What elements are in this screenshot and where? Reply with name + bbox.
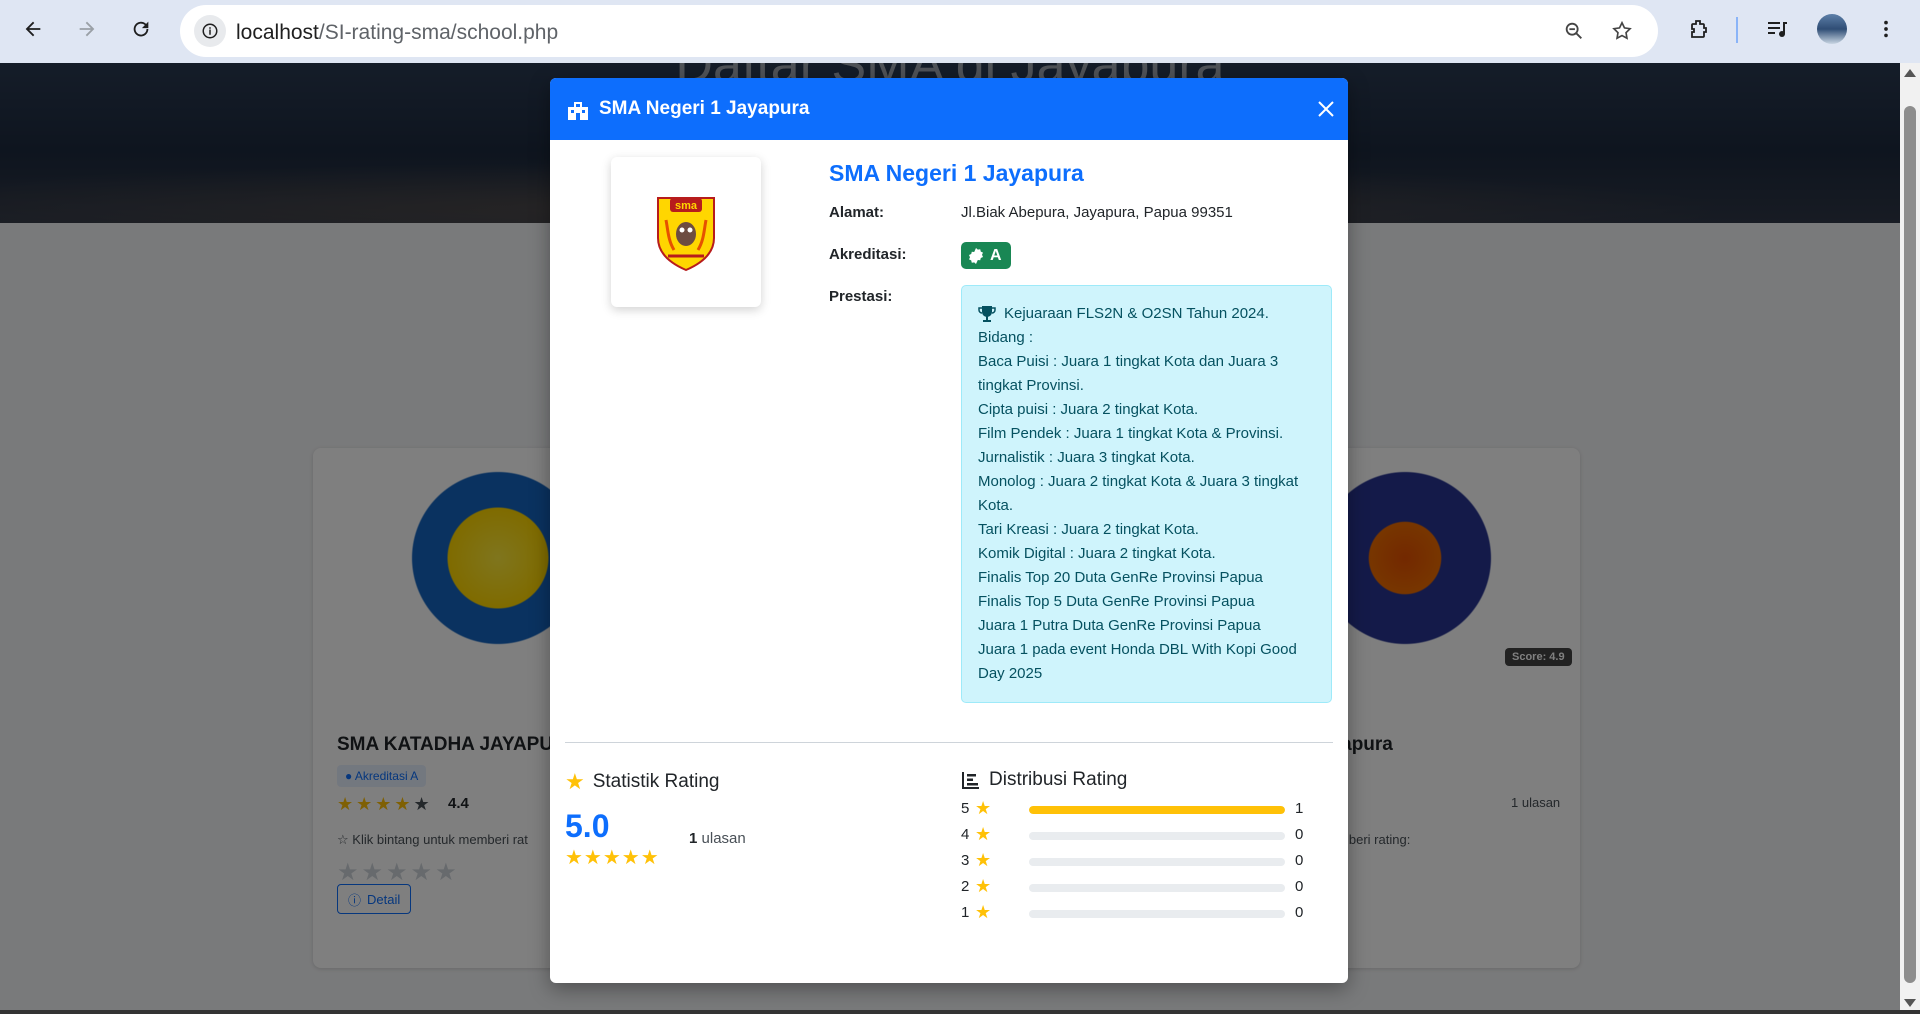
modal-header: SMA Negeri 1 Jayapura bbox=[550, 78, 1348, 140]
prestasi-label: Prestasi: bbox=[829, 288, 893, 305]
page-scrollbar[interactable] bbox=[1900, 63, 1920, 1014]
distribution-stars-label: 2 bbox=[961, 878, 970, 895]
trophy-icon bbox=[978, 306, 996, 322]
distribution-count: 1 bbox=[1295, 800, 1304, 817]
scroll-down-arrow[interactable] bbox=[1904, 999, 1916, 1007]
school-icon bbox=[566, 98, 590, 125]
prestasi-item: Jurnalistik : Juara 3 tingkat Kota. bbox=[978, 449, 1195, 466]
scroll-thumb[interactable] bbox=[1904, 106, 1916, 983]
average-stars: ★★★★★ bbox=[565, 847, 660, 869]
prestasi-item: Bidang : bbox=[978, 329, 1034, 346]
zoom-icon[interactable] bbox=[1558, 15, 1590, 47]
bar-chart-icon bbox=[962, 772, 979, 789]
back-icon[interactable] bbox=[15, 11, 51, 47]
prestasi-item: Monolog : Juara 2 tingkat Kota & Juara 3… bbox=[978, 473, 1299, 514]
prestasi-box: Kejuaraan FLS2N & O2SN Tahun 2024. Bidan… bbox=[961, 285, 1332, 703]
statistik-heading: ★ Statistik Rating bbox=[565, 769, 720, 794]
media-control-icon[interactable] bbox=[1759, 11, 1795, 47]
star-icon: ★ bbox=[975, 876, 992, 896]
star-icon: ★ bbox=[565, 769, 585, 794]
bookmark-star-icon[interactable] bbox=[1606, 15, 1638, 47]
distribution-bar-track bbox=[1029, 884, 1285, 892]
school-name: SMA Negeri 1 Jayapura bbox=[829, 160, 1084, 186]
star-icon: ★ bbox=[975, 850, 992, 870]
school-crest-icon: sma bbox=[657, 197, 715, 272]
star-icon: ★ bbox=[975, 798, 992, 818]
forward-icon[interactable] bbox=[69, 11, 105, 47]
distribution-count: 0 bbox=[1295, 878, 1304, 895]
distribution-bar-fill bbox=[1029, 806, 1285, 814]
url-text[interactable]: localhost/SI-rating-sma/school.php bbox=[236, 21, 558, 45]
prestasi-item: Juara 1 pada event Honda DBL With Kopi G… bbox=[978, 641, 1297, 682]
star-icon: ★ bbox=[975, 902, 992, 922]
toolbar-divider bbox=[1736, 17, 1738, 43]
scroll-up-arrow[interactable] bbox=[1904, 69, 1916, 77]
distribution-row: 2 ★ 0 bbox=[961, 876, 1331, 898]
browser-toolbar: localhost/SI-rating-sma/school.php bbox=[0, 0, 1920, 63]
distribution-bar-track bbox=[1029, 910, 1285, 918]
review-count: 1 ulasan bbox=[689, 830, 746, 847]
prestasi-item: Juara 1 Putra Duta GenRe Provinsi Papua bbox=[978, 617, 1261, 634]
distribution-row: 3 ★ 0 bbox=[961, 850, 1331, 872]
certificate-icon bbox=[969, 247, 983, 264]
profile-avatar[interactable] bbox=[1814, 11, 1850, 47]
prestasi-item: Finalis Top 20 Duta GenRe Provinsi Papua bbox=[978, 569, 1263, 586]
distribution-bar-track bbox=[1029, 832, 1285, 840]
distribution-count: 0 bbox=[1295, 852, 1304, 869]
average-rating: 5.0 bbox=[565, 808, 610, 844]
alamat-value: Jl.Biak Abepura, Jayapura, Papua 99351 bbox=[961, 204, 1233, 221]
address-bar[interactable]: localhost/SI-rating-sma/school.php bbox=[180, 5, 1658, 57]
close-icon[interactable] bbox=[1313, 96, 1339, 122]
prestasi-item: Cipta puisi : Juara 2 tingkat Kota. bbox=[978, 401, 1199, 418]
prestasi-item: Komik Digital : Juara 2 tingkat Kota. bbox=[978, 545, 1216, 562]
distribution-bar-track bbox=[1029, 858, 1285, 866]
distribution-stars-label: 4 bbox=[961, 826, 970, 843]
distribution-row: 4 ★ 0 bbox=[961, 824, 1331, 846]
taskbar-edge bbox=[0, 1010, 1920, 1014]
prestasi-item: Tari Kreasi : Juara 2 tingkat Kota. bbox=[978, 521, 1199, 538]
site-info-icon[interactable] bbox=[194, 15, 226, 47]
akreditasi-label: Akreditasi: bbox=[829, 246, 907, 263]
alamat-label: Alamat: bbox=[829, 204, 885, 221]
prestasi-item: Film Pendek : Juara 1 tingkat Kota & Pro… bbox=[978, 425, 1284, 442]
distribution-count: 0 bbox=[1295, 904, 1304, 921]
prestasi-item: Baca Puisi : Juara 1 tingkat Kota dan Ju… bbox=[978, 353, 1279, 394]
distribution-bar-track bbox=[1029, 806, 1285, 814]
reload-icon[interactable] bbox=[123, 11, 159, 47]
school-logo-frame: sma bbox=[611, 157, 761, 307]
star-icon: ★ bbox=[975, 824, 992, 844]
svg-text:sma: sma bbox=[675, 200, 698, 212]
menu-dots-icon[interactable] bbox=[1868, 11, 1904, 47]
modal-title: SMA Negeri 1 Jayapura bbox=[599, 98, 810, 119]
accreditation-badge: A bbox=[961, 242, 1011, 269]
distribusi-heading: Distribusi Rating bbox=[961, 769, 1127, 791]
distribution-count: 0 bbox=[1295, 826, 1304, 843]
distribution-row: 5 ★ 1 bbox=[961, 798, 1331, 820]
section-divider bbox=[565, 742, 1333, 743]
distribution-stars-label: 5 bbox=[961, 800, 970, 817]
extensions-icon[interactable] bbox=[1681, 11, 1717, 47]
distribution-stars-label: 3 bbox=[961, 852, 970, 869]
prestasi-item: Finalis Top 5 Duta GenRe Provinsi Papua bbox=[978, 593, 1255, 610]
distribution-stars-label: 1 bbox=[961, 904, 970, 921]
distribution-row: 1 ★ 0 bbox=[961, 902, 1331, 924]
prestasi-item: Kejuaraan FLS2N & O2SN Tahun 2024. bbox=[978, 302, 1315, 326]
school-detail-modal: SMA Negeri 1 Jayapura sma SMA Negeri 1 J… bbox=[550, 78, 1348, 983]
